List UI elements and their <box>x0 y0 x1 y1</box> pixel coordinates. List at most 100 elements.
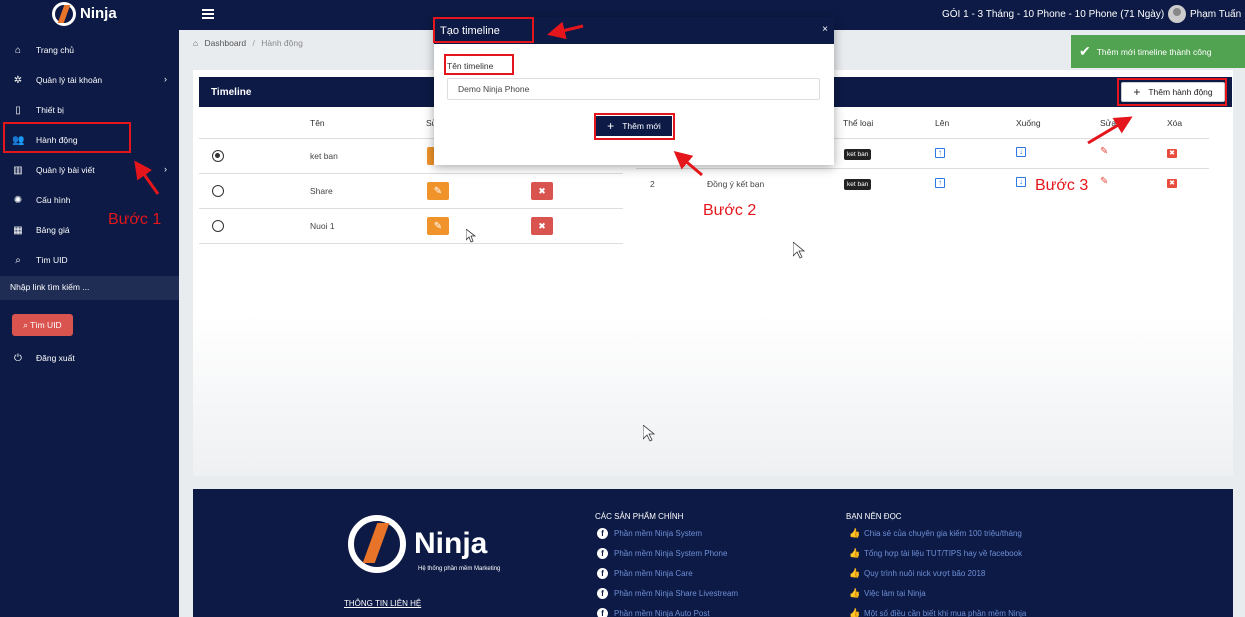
trash-icon: ✖ <box>538 220 546 231</box>
facebook-icon: f <box>597 588 608 599</box>
trash-icon[interactable]: ✖ <box>1167 179 1177 188</box>
user-name[interactable]: Phạm Tuấn <box>1190 9 1241 20</box>
timeline-radio[interactable] <box>212 185 224 197</box>
edit-button[interactable]: ✎ <box>427 217 449 235</box>
menu-toggle-icon[interactable] <box>202 9 214 19</box>
trash-icon[interactable]: ✖ <box>1167 149 1177 158</box>
reading-link[interactable]: 👍 Tổng hợp tài liệu TUT/TIPS hay về faceb… <box>849 548 1022 559</box>
arrow-down-icon[interactable]: ↓ <box>1016 177 1026 187</box>
sidebar-item-find-uid[interactable]: ⌕ Tìm UID <box>0 246 179 274</box>
sidebar-item-label: Cấu hình <box>36 195 71 205</box>
sidebar-item-actions[interactable]: 👥 Hành động <box>0 126 179 154</box>
chevron-right-icon: › <box>164 164 167 174</box>
pencil-icon: ✎ <box>433 185 443 197</box>
product-label: Phần mềm Ninja System Phone <box>614 549 728 558</box>
thumbs-up-icon: 👍 <box>849 588 861 598</box>
add-new-button[interactable]: + Thêm mới <box>596 116 672 136</box>
edit-icon[interactable]: ✎ <box>1100 147 1110 157</box>
search-link-input[interactable]: Nhập link tìm kiếm ... <box>0 276 179 300</box>
facebook-icon: f <box>597 528 608 539</box>
step-3-label: Bước 3 <box>1035 177 1089 194</box>
edit-button[interactable]: ✎ <box>427 182 449 200</box>
reading-label: Quy trình nuôi nick vượt bão 2018 <box>864 569 986 578</box>
row-divider <box>636 168 1209 169</box>
app-logo[interactable]: Ninja <box>52 2 132 28</box>
reading-link[interactable]: 👍 Chia sẻ của chuyên gia kiếm 100 triệu/t… <box>849 528 1022 539</box>
step-1-label: Bước 1 <box>108 211 162 228</box>
product-link[interactable]: f Phần mềm Ninja System Phone <box>597 548 727 559</box>
plan-info: GÓI 1 - 3 Tháng - 10 Phone - 10 Phone (7… <box>942 9 1165 20</box>
product-link[interactable]: f Phần mềm Ninja Auto Post <box>597 608 710 617</box>
search-icon: ⌕ <box>23 319 29 330</box>
delete-button[interactable]: ✖ <box>531 182 553 200</box>
sidebar-item-label: Thiết bị <box>36 105 64 115</box>
thumbs-up-icon: 👍 <box>849 548 861 558</box>
sidebar-item-logout[interactable]: ⏻ Đăng xuất <box>0 344 179 372</box>
footer-logo: Ninja Hệ thống phần mềm Marketing <box>348 515 518 575</box>
type-tag: ket ban <box>844 179 872 190</box>
sidebar-item-label: Tìm UID <box>36 255 68 265</box>
home-icon: ⌂ <box>14 44 22 56</box>
success-toast: ✔ Thêm mới timeline thành công <box>1071 35 1245 68</box>
reading-label: Một số điều cần biết khi mua phần mềm Ni… <box>864 609 1027 617</box>
sidebar-item-label: Quản lý bài viết <box>36 165 95 175</box>
facebook-icon: f <box>597 548 608 559</box>
action-name: Đồng ý kết bạn <box>707 179 765 189</box>
col-name: Tên <box>310 118 325 128</box>
product-label: Phần mềm Ninja Care <box>614 569 693 578</box>
arrow-down-icon[interactable]: ↓ <box>1016 147 1026 157</box>
create-timeline-modal: Tạo timeline × Tên timeline + Thêm mới <box>434 17 834 165</box>
timeline-radio[interactable] <box>212 150 224 162</box>
type-tag: ket ban <box>844 149 872 160</box>
row-divider <box>199 173 623 174</box>
timeline-name-label: Tên timeline <box>447 61 494 71</box>
find-uid-button[interactable]: ⌕ Tìm UID <box>12 314 73 336</box>
user-avatar[interactable] <box>1168 5 1186 23</box>
arrow-up-icon[interactable]: ↑ <box>935 148 945 158</box>
add-action-button[interactable]: + Thêm hành động <box>1121 82 1225 102</box>
breadcrumb-separator: / <box>252 38 255 48</box>
product-link[interactable]: f Phần mềm Ninja Share Livestream <box>597 588 738 599</box>
edit-icon[interactable]: ✎ <box>1100 177 1110 187</box>
sidebar-item-label: Bảng giá <box>36 225 70 235</box>
facebook-icon: f <box>597 568 608 579</box>
sidebar-item-config[interactable]: ✺ Cấu hình <box>0 186 179 214</box>
modal-title: Tạo timeline <box>440 25 500 37</box>
breadcrumb-home[interactable]: Dashboard <box>205 38 247 48</box>
product-label: Phần mềm Ninja Auto Post <box>614 609 710 617</box>
sidebar-item-label: Trang chủ <box>36 45 74 55</box>
product-link[interactable]: f Phần mềm Ninja Care <box>597 568 693 579</box>
timeline-radio[interactable] <box>212 220 224 232</box>
close-icon[interactable]: × <box>822 24 828 35</box>
plus-icon: + <box>607 119 615 133</box>
find-uid-label: Tìm UID <box>30 320 62 330</box>
col-up: Lên <box>935 118 950 128</box>
home-icon[interactable]: ⌂ <box>193 38 198 48</box>
reading-link[interactable]: 👍 Quy trình nuôi nick vượt bão 2018 <box>849 568 985 579</box>
logo-text: Ninja <box>80 5 117 22</box>
reading-link[interactable]: 👍 Một số điều cần biết khi mua phần mềm N… <box>849 608 1026 617</box>
add-new-label: Thêm mới <box>622 121 661 131</box>
sidebar-item-label: Hành động <box>36 135 78 145</box>
delete-button[interactable]: ✖ <box>531 217 553 235</box>
col-type: Thể loại <box>843 118 874 128</box>
footer-logo-text: Ninja <box>414 527 488 560</box>
thumbs-up-icon: 👍 <box>849 608 861 617</box>
check-icon: ✔ <box>1079 43 1091 59</box>
sidebar-item-devices[interactable]: ▯ Thiết bị <box>0 96 179 124</box>
sidebar-item-accounts[interactable]: ✲ Quản lý tài khoản › <box>0 66 179 94</box>
sidebar-item-posts[interactable]: ▥ Quản lý bài viết › <box>0 156 179 184</box>
contact-title: THÔNG TIN LIÊN HỆ <box>344 599 422 608</box>
row-divider <box>199 243 623 244</box>
product-label: Phần mềm Ninja System <box>614 529 703 538</box>
reading-link[interactable]: 👍 Việc làm tại Ninja <box>849 588 926 599</box>
timeline-name-input[interactable] <box>447 78 820 100</box>
sidebar-item-home[interactable]: ⌂ Trang chủ <box>0 36 179 64</box>
col-down: Xuống <box>1016 118 1041 128</box>
pencil-icon: ✎ <box>433 220 443 232</box>
product-link[interactable]: f Phần mềm Ninja System <box>597 528 702 539</box>
arrow-up-icon[interactable]: ↑ <box>935 178 945 188</box>
timeline-name: Share <box>310 186 333 196</box>
reading-label: Chia sẻ của chuyên gia kiếm 100 triệu/th… <box>864 529 1022 538</box>
facebook-icon: f <box>597 608 608 617</box>
